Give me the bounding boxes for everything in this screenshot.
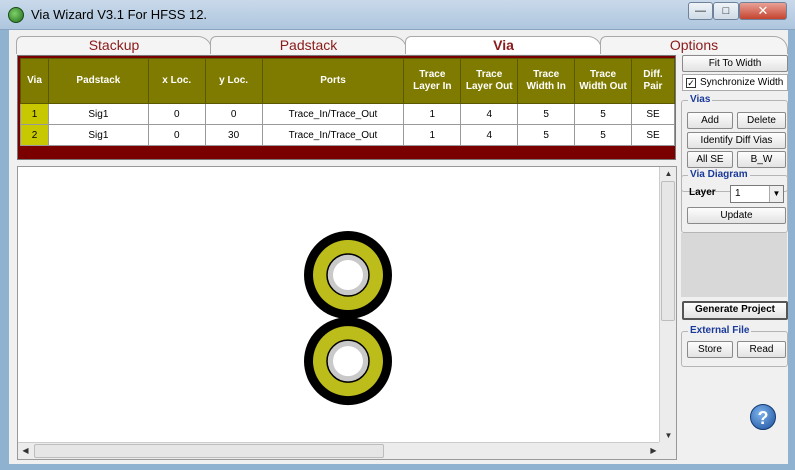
scroll-up-icon[interactable]: ▲ <box>661 167 676 181</box>
via-ring <box>333 260 363 290</box>
vertical-scroll-thumb[interactable] <box>661 181 675 321</box>
add-via-button[interactable]: Add <box>687 112 733 129</box>
via-ring <box>333 346 363 377</box>
scrollbar-corner <box>659 442 676 459</box>
tab-via[interactable]: Via <box>405 36 602 54</box>
cell-trace-width-out[interactable]: 5 <box>574 103 632 125</box>
col-header-trace-layer-out[interactable]: Trace Layer Out <box>460 58 519 104</box>
cell-trace-layer-in[interactable]: 1 <box>403 124 462 146</box>
layer-select-value: 1 <box>735 188 741 199</box>
minimize-button[interactable]: — <box>688 2 713 20</box>
via-diagram-canvas <box>304 231 392 406</box>
read-button[interactable]: Read <box>737 341 786 358</box>
horizontal-scrollbar[interactable]: ◀ ▶ <box>18 442 661 459</box>
layer-label: Layer <box>689 187 716 198</box>
col-header-trace-width-in[interactable]: Trace Width In <box>517 58 576 104</box>
vertical-scrollbar[interactable]: ▲ ▼ <box>659 167 676 443</box>
maximize-button[interactable]: □ <box>713 2 739 20</box>
via-diagram-group-title: Via Diagram <box>688 169 750 180</box>
all-se-button[interactable]: All SE <box>687 151 733 168</box>
synchronize-width-label: Synchronize Width <box>700 77 784 88</box>
cell-via[interactable]: 1 <box>20 103 49 125</box>
layer-select[interactable]: 1 ▼ <box>730 185 784 203</box>
synchronize-width-checkbox[interactable]: ✓ Synchronize Width <box>682 74 788 91</box>
via-diagram-group: Via Diagram <box>681 169 788 233</box>
cell-trace-layer-out[interactable]: 4 <box>460 124 519 146</box>
identify-diff-vias-button[interactable]: Identify Diff Vias <box>687 132 786 149</box>
cell-trace-width-in[interactable]: 5 <box>517 103 576 125</box>
client-area: Stackup Padstack Via Options Via Padstac… <box>9 30 788 464</box>
cell-via[interactable]: 2 <box>20 124 49 146</box>
chevron-down-icon[interactable]: ▼ <box>769 186 783 202</box>
cell-x-loc[interactable]: 0 <box>147 124 206 146</box>
cell-y-loc[interactable]: 0 <box>204 103 263 125</box>
cell-ports[interactable]: Trace_In/Trace_Out <box>261 124 405 146</box>
via-shape-2[interactable] <box>304 317 392 406</box>
via-table: Via Padstack x Loc. y Loc. Ports Trace L… <box>20 58 675 146</box>
external-file-group-title: External File <box>688 325 752 336</box>
tab-strip: Stackup Padstack Via Options <box>16 36 788 54</box>
cell-trace-layer-in[interactable]: 1 <box>403 103 462 125</box>
tab-padstack[interactable]: Padstack <box>210 36 407 54</box>
cell-ports[interactable]: Trace_In/Trace_Out <box>261 103 405 125</box>
col-header-trace-layer-in[interactable]: Trace Layer In <box>403 58 462 104</box>
via-diagram[interactable]: ▲ ▼ ◀ ▶ <box>17 166 677 460</box>
scroll-left-icon[interactable]: ◀ <box>18 444 33 458</box>
tab-options[interactable]: Options <box>600 36 788 54</box>
via-table-panel: Via Padstack x Loc. y Loc. Ports Trace L… <box>17 55 676 160</box>
col-header-y-loc[interactable]: y Loc. <box>204 58 263 104</box>
col-header-via[interactable]: Via <box>20 58 49 104</box>
cell-diff-pair[interactable]: SE <box>631 124 675 146</box>
col-header-diff-pair[interactable]: Diff. Pair <box>631 58 675 104</box>
close-button[interactable]: ✕ <box>739 2 787 20</box>
cell-padstack[interactable]: Sig1 <box>47 103 149 125</box>
via-shape-1[interactable] <box>304 231 392 319</box>
delete-via-button[interactable]: Delete <box>737 112 786 129</box>
update-button[interactable]: Update <box>687 207 786 224</box>
help-icon[interactable]: ? <box>750 404 776 430</box>
col-header-padstack[interactable]: Padstack <box>47 58 149 104</box>
cell-diff-pair[interactable]: SE <box>631 103 675 125</box>
cell-y-loc[interactable]: 30 <box>204 124 263 146</box>
side-panel: Fit To Width ✓ Synchronize Width Vias Ad… <box>680 55 788 464</box>
title-bar: Via Wizard V3.1 For HFSS 12. — □ ✕ <box>0 0 795 30</box>
tab-stackup[interactable]: Stackup <box>16 36 212 54</box>
col-header-trace-width-out[interactable]: Trace Width Out <box>574 58 632 104</box>
col-header-ports[interactable]: Ports <box>261 58 405 104</box>
app-icon <box>8 7 24 23</box>
col-header-x-loc[interactable]: x Loc. <box>147 58 206 104</box>
side-spacer <box>681 233 787 297</box>
store-button[interactable]: Store <box>687 341 733 358</box>
generate-project-button[interactable]: Generate Project <box>682 301 788 320</box>
check-icon[interactable]: ✓ <box>686 78 696 88</box>
horizontal-scroll-thumb[interactable] <box>34 444 384 458</box>
cell-trace-width-out[interactable]: 5 <box>574 124 632 146</box>
cell-trace-layer-out[interactable]: 4 <box>460 103 519 125</box>
cell-trace-width-in[interactable]: 5 <box>517 124 576 146</box>
bw-button[interactable]: B_W <box>737 151 786 168</box>
cell-padstack[interactable]: Sig1 <box>47 124 149 146</box>
table-row[interactable]: 2 Sig1 0 30 Trace_In/Trace_Out 1 4 5 5 S… <box>20 124 675 146</box>
table-row[interactable]: 1 Sig1 0 0 Trace_In/Trace_Out 1 4 5 5 SE <box>20 103 675 125</box>
cell-x-loc[interactable]: 0 <box>147 103 206 125</box>
fit-to-width-button[interactable]: Fit To Width <box>682 55 788 72</box>
scroll-down-icon[interactable]: ▼ <box>661 429 676 443</box>
vias-group-title: Vias <box>688 94 713 105</box>
window-title: Via Wizard V3.1 For HFSS 12. <box>31 7 208 22</box>
